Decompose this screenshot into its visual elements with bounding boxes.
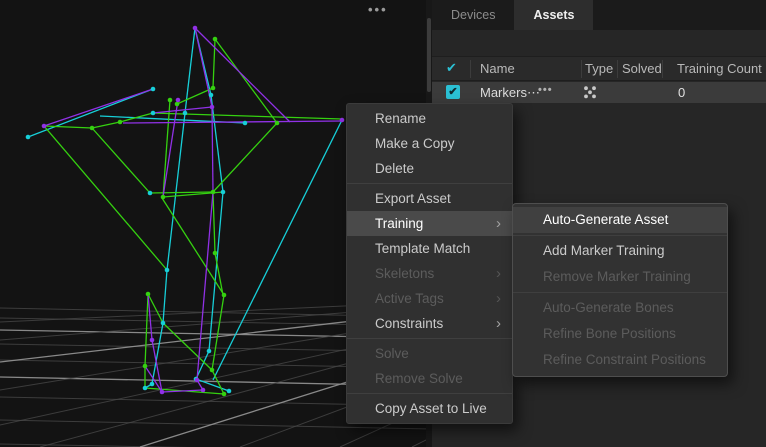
asset-name-label[interactable]: Markers⋯ xyxy=(480,85,540,101)
column-header-training-count[interactable]: Training Count xyxy=(677,61,762,76)
menu-item-auto-generate-bones: Auto-Generate Bones xyxy=(513,295,727,321)
select-all-check-icon[interactable]: ✔ xyxy=(446,60,457,76)
menu-item-template-match[interactable]: Template Match xyxy=(347,236,512,261)
menu-item-solve: Solve xyxy=(347,341,512,366)
column-header-solved[interactable]: Solved xyxy=(622,61,662,76)
panel-tabbar: Devices Assets xyxy=(432,0,766,30)
menu-item-active-tags: Active Tags › xyxy=(347,286,512,311)
column-header-name[interactable]: Name xyxy=(480,61,515,76)
column-header-type[interactable]: Type xyxy=(585,61,613,76)
menu-item-label: Export Asset xyxy=(375,191,451,206)
menu-item-label: Refine Bone Positions xyxy=(543,326,676,341)
submenu-arrow-icon: › xyxy=(496,261,501,286)
menu-item-add-marker-training[interactable]: Add Marker Training xyxy=(513,238,727,264)
scrollbar-thumb[interactable] xyxy=(427,18,431,92)
menu-item-label: Remove Solve xyxy=(375,371,463,386)
menu-item-label: Constraints xyxy=(375,316,443,331)
column-separator xyxy=(617,60,618,78)
menu-separator xyxy=(513,292,727,293)
menu-item-remove-marker-training: Remove Marker Training xyxy=(513,264,727,290)
application-window: ••• Devices Assets ✔ Name Type Solved Tr… xyxy=(0,0,766,447)
asset-table-row[interactable]: ✔ Markers⋯ ••• 0 xyxy=(432,82,766,103)
column-separator xyxy=(581,60,582,78)
viewport-more-icon[interactable]: ••• xyxy=(368,2,388,17)
menu-item-label: Training xyxy=(375,216,423,231)
menu-item-label: Skeletons xyxy=(375,266,434,281)
menu-item-label: Template Match xyxy=(375,241,470,256)
menu-item-label: Remove Marker Training xyxy=(543,269,691,284)
menu-item-label: Active Tags xyxy=(375,291,444,306)
menu-separator xyxy=(347,338,512,339)
menu-separator xyxy=(513,235,727,236)
menu-item-label: Refine Constraint Positions xyxy=(543,352,706,367)
menu-item-training[interactable]: Training › xyxy=(347,211,512,236)
menu-item-skeletons: Skeletons › xyxy=(347,261,512,286)
menu-item-make-a-copy[interactable]: Make a Copy xyxy=(347,131,512,156)
menu-item-label: Solve xyxy=(375,346,409,361)
menu-item-export-asset[interactable]: Export Asset xyxy=(347,186,512,211)
row-more-icon[interactable]: ••• xyxy=(538,84,553,96)
menu-item-label: Auto-Generate Bones xyxy=(543,300,674,315)
menu-item-refine-bone-positions: Refine Bone Positions xyxy=(513,321,727,347)
menu-item-label: Copy Asset to Live xyxy=(375,401,487,416)
menu-item-auto-generate-asset[interactable]: Auto-Generate Asset xyxy=(513,207,727,233)
menu-item-label: Make a Copy xyxy=(375,136,455,151)
table-header: ✔ Name Type Solved Training Count xyxy=(432,56,766,81)
menu-separator xyxy=(347,393,512,394)
menu-item-delete[interactable]: Delete xyxy=(347,156,512,181)
tab-devices[interactable]: Devices xyxy=(432,0,514,30)
submenu-arrow-icon: › xyxy=(496,211,501,236)
menu-separator xyxy=(347,183,512,184)
column-separator xyxy=(662,60,663,78)
menu-item-label: Delete xyxy=(375,161,414,176)
tab-assets[interactable]: Assets xyxy=(514,0,593,30)
submenu-arrow-icon: › xyxy=(496,311,501,336)
submenu-arrow-icon: › xyxy=(496,286,501,311)
training-submenu: Auto-Generate Asset Add Marker Training Re… xyxy=(512,203,728,377)
menu-item-copy-asset-to-live[interactable]: Copy Asset to Live xyxy=(347,396,512,421)
menu-item-refine-constraint-positions: Refine Constraint Positions xyxy=(513,347,727,373)
menu-item-label: Rename xyxy=(375,111,426,126)
asset-context-menu: Rename Make a Copy Delete Export Asset Train… xyxy=(346,103,513,424)
menu-item-label: Auto-Generate Asset xyxy=(543,212,668,227)
menu-item-constraints[interactable]: Constraints › xyxy=(347,311,512,336)
column-separator xyxy=(470,60,471,78)
menu-item-remove-solve: Remove Solve xyxy=(347,366,512,391)
training-count-value: 0 xyxy=(678,85,685,100)
menu-item-label: Add Marker Training xyxy=(543,243,665,258)
markerset-dots-icon xyxy=(582,85,598,105)
menu-item-rename[interactable]: Rename xyxy=(347,106,512,131)
row-checkbox[interactable]: ✔ xyxy=(446,85,460,99)
